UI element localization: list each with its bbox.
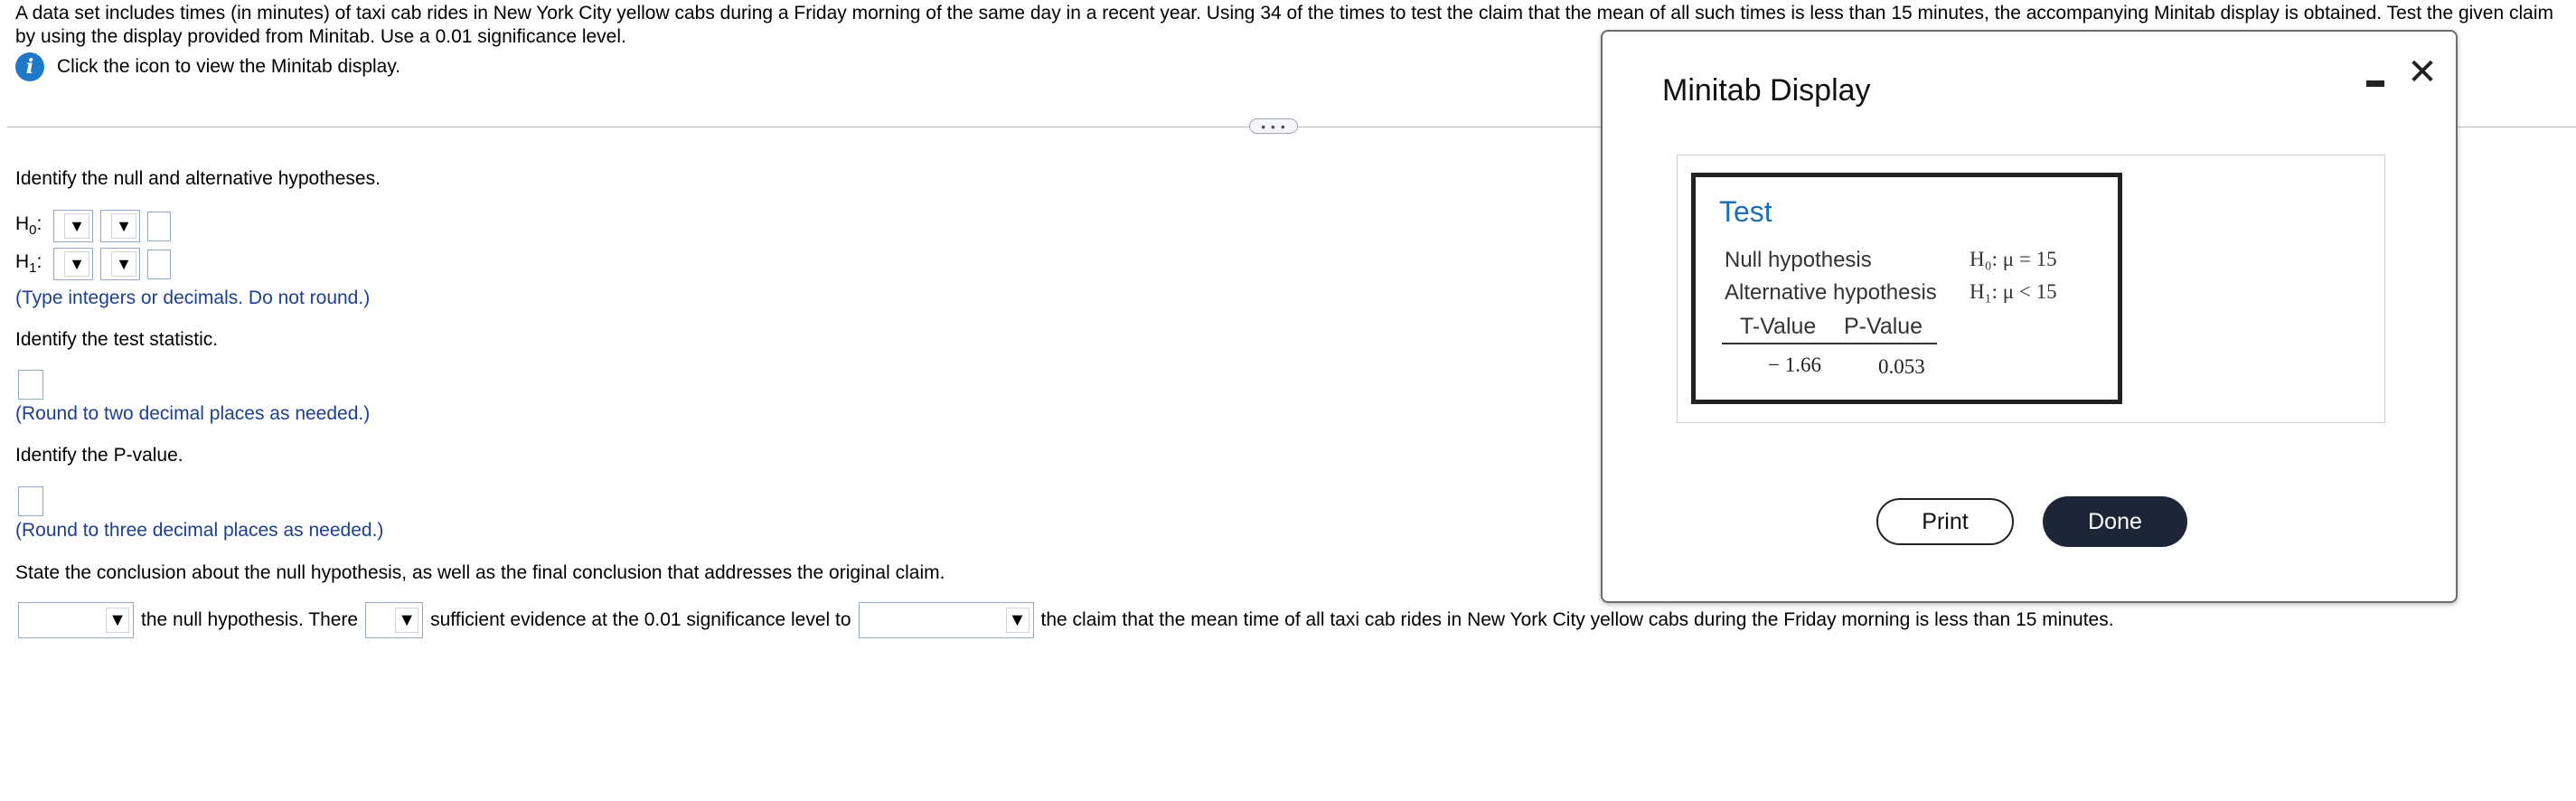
info-icon[interactable]: i	[15, 52, 44, 81]
test-statistic-input[interactable]	[18, 370, 43, 400]
p-value: 0.053	[1878, 355, 1925, 378]
test-title: Test	[1719, 195, 1772, 228]
minimize-icon[interactable]	[2366, 70, 2384, 97]
t-value: − 1.66	[1768, 353, 1821, 376]
claim-decision-dropdown[interactable]: ▼	[858, 602, 1034, 638]
minitab-modal: Minitab Display ✕ Test Null hypothesis H…	[1601, 30, 2458, 603]
chevron-down-icon[interactable]: ▼	[64, 251, 89, 277]
header-rule	[1722, 343, 1937, 344]
done-button[interactable]: Done	[2043, 496, 2187, 547]
alt-hypothesis-value: H₁: μ < 15	[1970, 280, 2057, 303]
h1-label: H1:	[15, 251, 42, 277]
close-icon[interactable]: ✕	[2407, 54, 2438, 90]
conclusion-text-3: the claim that the mean time of all taxi…	[1040, 609, 2114, 630]
h0-parameter-dropdown[interactable]: ▼	[53, 210, 93, 242]
view-minitab-link[interactable]: i Click the icon to view the Minitab dis…	[15, 52, 400, 81]
h0-row: H0: ▼ ▼	[15, 210, 171, 242]
h1-operator-dropdown[interactable]: ▼	[100, 248, 140, 280]
evidence-dropdown[interactable]: ▼	[365, 602, 424, 638]
chevron-down-icon[interactable]: ▼	[1005, 608, 1029, 633]
h0-label: H0:	[15, 213, 42, 239]
null-hypothesis-value: H₀: μ = 15	[1970, 248, 2057, 270]
conclusion-row: ▼ the null hypothesis. There ▼ sufficien…	[18, 602, 2121, 638]
minitab-test-box: Test Null hypothesis H₀: μ = 15 Alternat…	[1691, 173, 2122, 404]
expand-button[interactable]: • • •	[1249, 118, 1298, 134]
p-value-header: P-Value	[1844, 314, 1923, 339]
chevron-down-icon[interactable]: ▼	[395, 608, 419, 633]
h0-operator-dropdown[interactable]: ▼	[100, 210, 140, 242]
t-value-header: T-Value	[1740, 314, 1817, 339]
chevron-down-icon[interactable]: ▼	[64, 213, 89, 239]
alt-hypothesis-label: Alternative hypothesis	[1725, 280, 1937, 305]
minimize-bar	[2366, 80, 2384, 87]
modal-title: Minitab Display	[1662, 73, 1871, 108]
h1-value-input[interactable]	[147, 249, 171, 279]
hypotheses-prompt: Identify the null and alternative hypoth…	[15, 168, 381, 189]
conclusion-prompt: State the conclusion about the null hypo…	[15, 562, 945, 583]
minitab-output-frame: Test Null hypothesis H₀: μ = 15 Alternat…	[1677, 155, 2385, 423]
null-decision-dropdown[interactable]: ▼	[18, 602, 134, 638]
pvalue-prompt: Identify the P-value.	[15, 445, 183, 466]
h0-value-input[interactable]	[147, 211, 171, 241]
chevron-down-icon[interactable]: ▼	[111, 213, 136, 239]
chevron-down-icon[interactable]: ▼	[106, 608, 129, 633]
test-statistic-prompt: Identify the test statistic.	[15, 329, 219, 350]
chevron-down-icon[interactable]: ▼	[111, 251, 136, 277]
h1-parameter-dropdown[interactable]: ▼	[53, 248, 93, 280]
conclusion-text-2: sufficient evidence at the 0.01 signific…	[430, 609, 851, 630]
view-minitab-label: Click the icon to view the Minitab displ…	[57, 56, 401, 77]
null-hypothesis-label: Null hypothesis	[1725, 248, 1872, 272]
test-statistic-hint: (Round to two decimal places as needed.)	[15, 403, 371, 424]
h1-row: H1: ▼ ▼	[15, 248, 171, 280]
pvalue-input[interactable]	[18, 486, 43, 516]
pvalue-hint: (Round to three decimal places as needed…	[15, 520, 384, 541]
conclusion-text-1: the null hypothesis. There	[141, 609, 359, 630]
print-button[interactable]: Print	[1876, 498, 2014, 545]
hypotheses-hint: (Type integers or decimals. Do not round…	[15, 287, 371, 308]
